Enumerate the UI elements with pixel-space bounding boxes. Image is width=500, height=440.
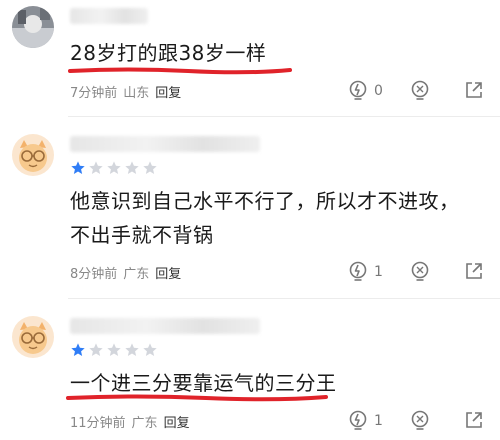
avatar[interactable]: [12, 316, 54, 358]
comment-item: 他意识到自己水平不行了，所以才不进攻， 不出手就不背锅 8分钟前 广东 回复 1: [0, 118, 500, 296]
star-empty-icon: [107, 161, 121, 174]
dislike-button[interactable]: [410, 410, 430, 432]
rating-stars: [70, 342, 158, 358]
divider: [68, 116, 500, 117]
reply-button[interactable]: 回复: [164, 412, 190, 431]
share-icon: [466, 263, 482, 279]
star-empty-icon: [143, 343, 157, 356]
comment-meta: 7分钟前 山东 回复: [70, 82, 181, 101]
reply-button[interactable]: 回复: [155, 263, 181, 282]
share-button[interactable]: [464, 261, 484, 281]
reply-button[interactable]: 回复: [155, 82, 181, 101]
comment-actions: 1: [300, 410, 500, 436]
like-bulb-icon: [349, 261, 367, 281]
comment-actions: 0: [300, 80, 500, 106]
share-button[interactable]: [464, 410, 484, 430]
star-empty-icon: [89, 343, 103, 356]
like-count: 1: [374, 413, 383, 429]
share-button[interactable]: [464, 80, 484, 100]
like-bulb-icon: [349, 410, 367, 430]
comment-item: 28岁打的跟38岁一样 7分钟前 山东 回复 0: [0, 0, 500, 116]
like-count: 1: [374, 264, 383, 280]
share-icon: [466, 412, 482, 428]
star-empty-icon: [89, 161, 103, 174]
like-button[interactable]: 1: [348, 410, 383, 432]
comment-time: 11分钟前: [70, 416, 126, 431]
star-empty-icon: [125, 343, 139, 356]
rating-stars: [70, 160, 158, 176]
dislike-bulb-icon: [411, 261, 429, 281]
comment-text: 他意识到自己水平不行了，所以才不进攻， 不出手就不背锅: [70, 184, 460, 252]
star-empty-icon: [107, 343, 121, 356]
comment-time: 7分钟前: [70, 86, 118, 101]
star-filled-icon: [71, 161, 85, 174]
comment-time: 8分钟前: [70, 267, 118, 282]
like-count: 0: [374, 83, 383, 99]
dislike-bulb-icon: [411, 410, 429, 430]
comment-actions: 1: [300, 261, 500, 287]
comment-text: 一个进三分要靠运气的三分王: [70, 371, 337, 395]
username[interactable]: [70, 318, 260, 334]
dislike-bulb-icon: [411, 80, 429, 100]
comment-meta: 8分钟前 广东 回复: [70, 263, 181, 282]
avatar[interactable]: [12, 6, 54, 48]
star-empty-icon: [125, 161, 139, 174]
dislike-button[interactable]: [410, 261, 430, 283]
comment-text-line: 他意识到自己水平不行了，所以才不进攻，: [70, 189, 460, 213]
comment-location: 广东: [131, 416, 158, 431]
like-button[interactable]: 0: [348, 80, 383, 102]
username[interactable]: [70, 136, 260, 152]
comment-location: 广东: [123, 267, 150, 282]
star-empty-icon: [143, 161, 157, 174]
divider: [68, 298, 500, 299]
avatar[interactable]: [12, 134, 54, 176]
like-bulb-icon: [349, 80, 367, 100]
dislike-button[interactable]: [410, 80, 430, 102]
like-button[interactable]: 1: [348, 261, 383, 283]
comment-meta: 11分钟前 广东 回复: [70, 412, 190, 431]
star-filled-icon: [71, 343, 85, 356]
share-icon: [466, 82, 482, 98]
comment-location: 山东: [123, 86, 150, 101]
comment-text-line: 不出手就不背锅: [70, 223, 214, 247]
comment-item: 一个进三分要靠运气的三分王 11分钟前 广东 回复 1: [0, 300, 500, 440]
comment-text: 28岁打的跟38岁一样: [70, 41, 267, 65]
username[interactable]: [70, 8, 148, 24]
